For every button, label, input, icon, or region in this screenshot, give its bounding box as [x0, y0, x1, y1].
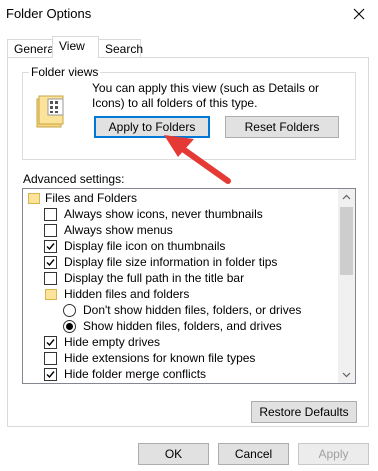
- checkbox-checked[interactable]: [44, 240, 57, 253]
- ok-button[interactable]: OK: [138, 443, 209, 465]
- folder-icon: [28, 193, 40, 204]
- checkbox[interactable]: [44, 224, 57, 237]
- checkmark-icon: [46, 259, 55, 267]
- close-icon: [353, 8, 365, 20]
- radio-dot: [66, 323, 73, 330]
- option-label: Display the full path in the title bar: [64, 271, 245, 285]
- folder-views-label: Folder views: [29, 65, 101, 79]
- option-label: Show hidden files, folders, and drives: [83, 319, 282, 333]
- option-label: Hide folder merge conflicts: [64, 367, 207, 381]
- checkbox[interactable]: [44, 272, 57, 285]
- advanced-settings-label: Advanced settings:: [23, 172, 125, 186]
- option-label: Display file icon on thumbnails: [64, 239, 226, 253]
- scroll-down-button[interactable]: [338, 366, 355, 383]
- window-title: Folder Options: [6, 6, 92, 21]
- view-tab-panel: Folder views You can apply this view (su…: [7, 57, 369, 427]
- checkmark-icon: [46, 243, 55, 251]
- apply-to-folders-button[interactable]: Apply to Folders: [94, 116, 210, 138]
- option-label: Hide extensions for known file types: [64, 351, 256, 365]
- tab-general[interactable]: General: [7, 39, 57, 57]
- folder-icon: [45, 289, 57, 300]
- checkbox-checked[interactable]: [44, 368, 57, 381]
- checkmark-icon: [46, 339, 55, 347]
- radio-button-selected[interactable]: [63, 320, 76, 333]
- apply-button[interactable]: Apply: [298, 443, 369, 465]
- checkmark-icon: [46, 371, 55, 379]
- restore-defaults-button[interactable]: Restore Defaults: [251, 401, 357, 423]
- vertical-scrollbar[interactable]: [338, 189, 355, 383]
- folder-options-dialog: Folder Options General View Search Folde…: [0, 0, 378, 471]
- advanced-settings-list[interactable]: Files and Folders Always show icons, nev…: [22, 188, 356, 384]
- option-label: Hide empty drives: [64, 335, 161, 349]
- option-label: Display file size information in folder …: [64, 255, 278, 269]
- checkbox[interactable]: [44, 208, 57, 221]
- cancel-button[interactable]: Cancel: [218, 443, 289, 465]
- category-label: Hidden files and folders: [64, 287, 190, 301]
- title-bar: Folder Options: [0, 0, 378, 30]
- checkbox-checked[interactable]: [44, 336, 57, 349]
- checkbox-checked[interactable]: [44, 256, 57, 269]
- close-button[interactable]: [348, 4, 370, 24]
- scroll-up-button[interactable]: [338, 189, 355, 206]
- option-label: Don't show hidden files, folders, or dri…: [83, 303, 302, 317]
- tab-search[interactable]: Search: [98, 39, 143, 57]
- folder-views-group: Folder views You can apply this view (su…: [22, 65, 356, 160]
- reset-folders-button[interactable]: Reset Folders: [225, 116, 339, 138]
- scroll-thumb[interactable]: [340, 207, 353, 275]
- radio-button[interactable]: [63, 304, 76, 317]
- option-label: Always show icons, never thumbnails: [64, 207, 263, 221]
- folder-view-icon: [36, 95, 64, 128]
- option-label: Always show menus: [64, 223, 173, 237]
- chevron-down-icon: [342, 372, 351, 378]
- tab-view[interactable]: View: [52, 36, 99, 58]
- checkbox[interactable]: [44, 352, 57, 365]
- folder-views-description: You can apply this view (such as Details…: [92, 81, 320, 110]
- chevron-up-icon: [342, 194, 351, 200]
- category-label: Files and Folders: [45, 191, 138, 205]
